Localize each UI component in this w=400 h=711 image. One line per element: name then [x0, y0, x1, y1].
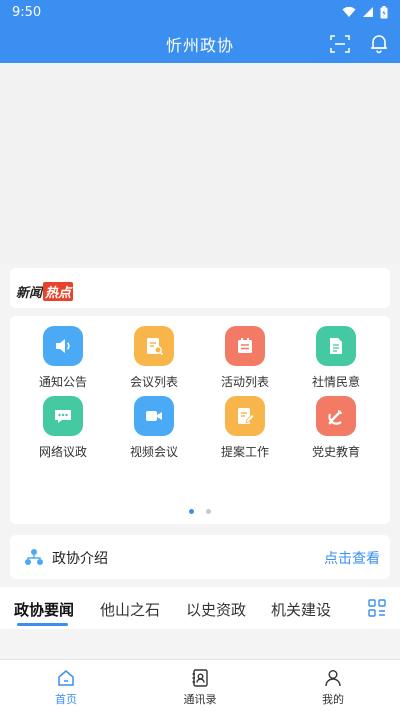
nav-profile[interactable]: 我的 [293, 668, 373, 707]
nav-profile-label: 我的 [322, 693, 344, 706]
view-details-link[interactable]: 点击查看 [324, 548, 380, 568]
tab-cppcc-news[interactable]: 政协要闻 [14, 599, 74, 620]
news-hotspot-card[interactable]: 新闻 热点 [10, 268, 390, 308]
tab-organ-building[interactable]: 机关建设 [271, 599, 331, 620]
page-dot-active[interactable] [189, 509, 194, 514]
news-logo-highlight: 热点 [43, 282, 74, 301]
battery-icon [380, 5, 388, 18]
news-logo-text: 新闻 [16, 286, 43, 301]
bottom-nav: 首页 通讯录 我的 [0, 659, 400, 711]
function-grid: 通知公告 会议列表 活动列表 社情民意 网络议政 视频会议 提案工作 党史教育 [10, 316, 390, 524]
grid-item-label: 社情民意 [311, 375, 360, 389]
grid-item-proposal-work[interactable]: 提案工作 [210, 396, 280, 460]
nav-home[interactable]: 首页 [26, 668, 106, 707]
category-tabs: 政协要闻 他山之石 以史资政 机关建设 [0, 587, 400, 629]
nav-contacts[interactable]: 通讯录 [160, 668, 240, 707]
grid-item-activity-list[interactable]: 活动列表 [210, 326, 280, 390]
speaker-icon [43, 326, 83, 366]
cppcc-intro-title: 政协介绍 [52, 551, 108, 567]
tab-history-reference[interactable]: 以史资政 [186, 599, 246, 620]
nav-home-label: 首页 [55, 693, 77, 706]
grid-item-label: 网络议政 [38, 445, 87, 459]
grid-item-notice[interactable]: 通知公告 [28, 326, 98, 390]
contacts-icon [192, 669, 208, 687]
grid-item-online-discussion[interactable]: 网络议政 [28, 396, 98, 460]
page-dot[interactable] [206, 509, 211, 514]
grid-item-video-meeting[interactable]: 视频会议 [119, 396, 189, 460]
grid-item-label: 通知公告 [38, 375, 87, 389]
signal-icon [363, 7, 373, 17]
nav-contacts-label: 通讯录 [183, 693, 217, 706]
grid-item-label: 视频会议 [129, 445, 178, 459]
news-list-area [0, 629, 400, 659]
banner-carousel[interactable] [0, 63, 400, 263]
home-icon [58, 670, 74, 686]
video-icon [134, 396, 174, 436]
grid-item-label: 会议列表 [129, 375, 178, 389]
grid-item-label: 活动列表 [220, 375, 269, 389]
scan-icon[interactable] [329, 33, 351, 55]
page-indicator [10, 509, 390, 514]
category-grid-icon[interactable] [368, 599, 386, 617]
profile-icon [325, 670, 341, 687]
status-icons [342, 5, 388, 19]
news-hotspot-logo: 新闻 热点 [16, 282, 74, 301]
bell-icon[interactable] [368, 32, 390, 54]
meeting-list-icon [134, 326, 174, 366]
app-bar: 忻州政协 [0, 24, 400, 63]
document-icon [316, 326, 356, 366]
grid-item-label: 党史教育 [311, 445, 360, 459]
party-emblem-icon [316, 396, 356, 436]
status-bar: 9:50 [0, 0, 400, 24]
chat-icon [43, 396, 83, 436]
grid-item-label: 提案工作 [220, 445, 269, 459]
tabs-fade [340, 587, 362, 629]
edit-document-icon [225, 396, 265, 436]
active-tab-indicator [17, 623, 68, 626]
wifi-icon [342, 6, 356, 17]
org-structure-icon [25, 549, 43, 565]
status-time: 9:50 [12, 4, 42, 20]
activity-calendar-icon [225, 326, 265, 366]
grid-item-meeting-list[interactable]: 会议列表 [119, 326, 189, 390]
cppcc-intro-card[interactable]: 政协介绍 点击查看 [10, 535, 390, 579]
tab-other-stones[interactable]: 他山之石 [100, 599, 160, 620]
grid-item-public-opinion[interactable]: 社情民意 [301, 326, 371, 390]
grid-item-party-history[interactable]: 党史教育 [301, 396, 371, 460]
